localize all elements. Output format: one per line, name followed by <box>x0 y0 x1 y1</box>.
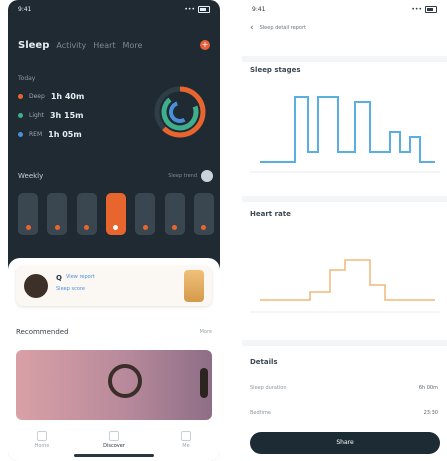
weekly-header: Weekly Sleep trend <box>18 170 213 182</box>
tabbar-item-home[interactable]: Home <box>24 431 60 449</box>
earbud-image <box>200 368 208 398</box>
sleep-ring-icon <box>154 86 206 138</box>
detail-row: Sleep duration 6h 00m <box>250 385 438 391</box>
metric-value: 3h 15m <box>49 111 84 120</box>
metric-dot <box>18 132 23 137</box>
status-bar: 9:41 ••• <box>8 0 220 18</box>
section-header: Recommended More <box>16 328 212 336</box>
detail-value: 6h 00m <box>418 385 438 391</box>
day-dot <box>54 225 60 230</box>
share-button[interactable]: Share <box>250 432 440 454</box>
divider <box>242 196 447 202</box>
section-title: Sleep stages <box>250 66 301 74</box>
top-tabs: Sleep Activity Heart More + <box>8 18 220 56</box>
day-card[interactable] <box>18 193 38 235</box>
metric-name: Deep <box>29 93 45 100</box>
section-title: Details <box>250 358 278 366</box>
profile-card[interactable]: Q View report Sleep score <box>16 266 212 306</box>
detail-row: Bedtime 23:30 <box>250 410 438 416</box>
home-icon <box>37 431 47 441</box>
tab-more[interactable]: More <box>123 41 143 50</box>
weekly-subtitle: Sleep trend <box>168 170 213 182</box>
day-card[interactable] <box>47 193 68 235</box>
left-phone-screen: 9:41 ••• Sleep Activity Heart More + Tod… <box>8 0 220 461</box>
tab-activity[interactable]: Activity <box>56 41 86 50</box>
discover-icon <box>109 431 119 441</box>
battery-icon <box>425 5 437 13</box>
metric-value: 1h 40m <box>50 92 85 101</box>
section-title: Heart rate <box>250 210 291 218</box>
tab-heart[interactable]: Heart <box>93 41 115 50</box>
user-icon <box>181 431 191 441</box>
tabbar-item-me[interactable]: Me <box>168 431 204 449</box>
metric-value: 1h 05m <box>48 130 82 139</box>
page-title: Sleep detail report <box>259 25 307 31</box>
tabbar-label: Home <box>34 443 50 449</box>
status-bar: 9:41 ••• <box>242 0 447 18</box>
day-dot <box>142 225 148 230</box>
more-link[interactable]: More <box>200 329 212 335</box>
day-dot <box>201 225 207 230</box>
sleep-stage-chart <box>250 96 440 173</box>
day-card[interactable] <box>164 193 185 235</box>
metric-dot <box>18 94 23 99</box>
divider <box>242 340 447 346</box>
promo-banner[interactable] <box>16 350 212 420</box>
heart-rate-chart <box>250 259 440 313</box>
chevron-right-icon[interactable] <box>201 170 213 182</box>
day-card[interactable] <box>193 193 214 235</box>
signal-icon: ••• <box>184 5 195 13</box>
status-icons: ••• <box>184 5 210 13</box>
tabbar-label: Me <box>182 443 190 449</box>
detail-label: Sleep duration <box>250 385 287 391</box>
metric-name: REM <box>29 131 43 138</box>
section-title: Recommended <box>16 328 69 336</box>
avatar <box>24 274 48 298</box>
metric-dot <box>18 113 23 118</box>
back-icon[interactable]: ‹ <box>250 23 254 33</box>
detail-value: 23:30 <box>423 410 438 416</box>
content-sheet: Q View report Sleep score Recommended Mo… <box>8 258 220 461</box>
product-thumbnail[interactable] <box>184 270 204 302</box>
battery-icon <box>198 5 210 13</box>
sleep-summary: Today Deep 1h 40m Light 3h 15m REM 1h 05… <box>18 75 213 155</box>
summary-label: Today <box>18 75 36 82</box>
weekly-title: Weekly <box>18 172 44 180</box>
divider <box>242 56 447 62</box>
home-indicator <box>74 454 154 457</box>
watch-image <box>108 364 142 398</box>
status-icons: ••• <box>411 5 437 13</box>
profile-name: Q <box>56 274 62 282</box>
metric-name: Light <box>29 112 44 119</box>
tabbar-item-discover[interactable]: Discover <box>96 431 132 449</box>
bottom-tab-bar: Home Discover Me <box>8 426 220 461</box>
day-card-selected[interactable] <box>105 193 126 235</box>
status-time: 9:41 <box>18 5 32 13</box>
status-time: 9:41 <box>252 5 266 13</box>
add-icon[interactable]: + <box>200 40 210 50</box>
day-dot <box>84 225 90 230</box>
profile-tag: Sleep score <box>56 286 85 292</box>
tab-sleep[interactable]: Sleep <box>18 40 49 51</box>
report-link[interactable]: View report <box>66 274 95 280</box>
signal-icon: ••• <box>411 5 422 13</box>
day-dot <box>25 225 31 230</box>
weekly-subtitle-text: Sleep trend <box>168 173 197 179</box>
day-dot <box>113 225 119 230</box>
day-card[interactable] <box>76 193 97 235</box>
day-dot <box>172 225 178 230</box>
tabbar-label: Discover <box>103 443 125 449</box>
right-phone-screen: 9:41 ••• ‹ Sleep detail report Sleep sta… <box>242 0 447 461</box>
day-card[interactable] <box>135 193 156 235</box>
detail-label: Bedtime <box>250 410 271 416</box>
day-selector <box>18 193 214 235</box>
nav-bar: ‹ Sleep detail report <box>242 18 447 38</box>
